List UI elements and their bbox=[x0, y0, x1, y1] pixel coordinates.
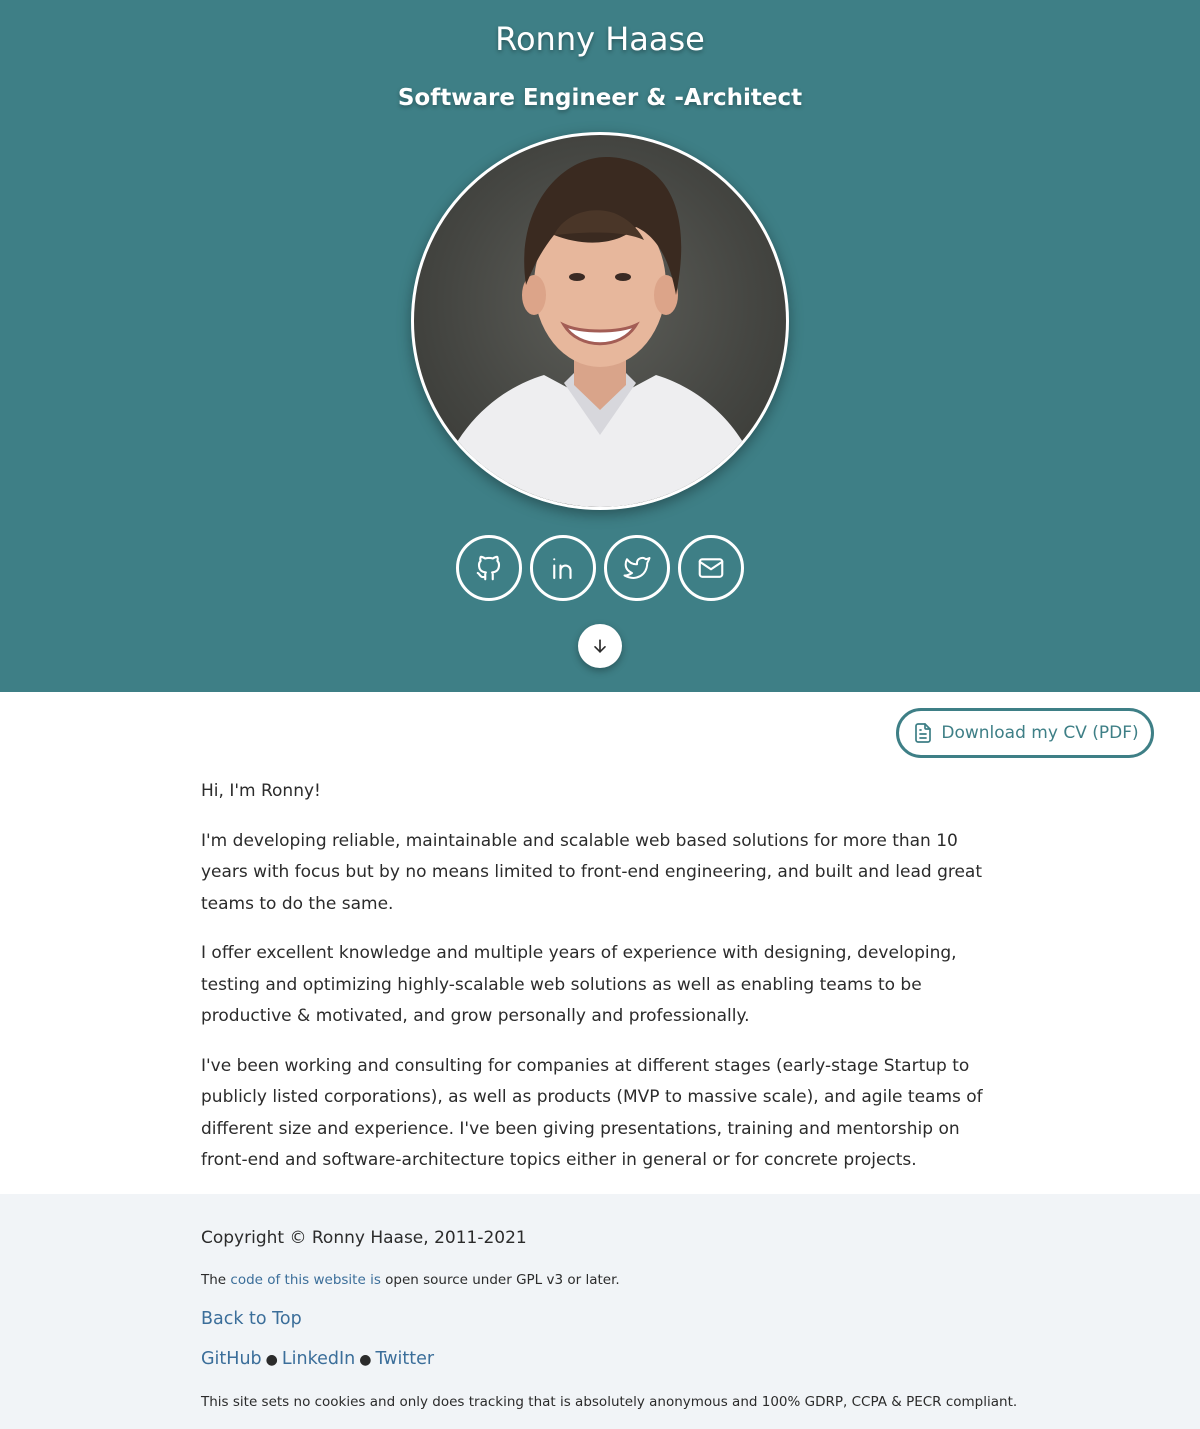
page-title: Ronny Haase bbox=[495, 20, 705, 58]
linkedin-link[interactable] bbox=[530, 535, 596, 601]
source-code-link[interactable]: code of this website is bbox=[230, 1272, 380, 1288]
link-separator: ● bbox=[359, 1352, 372, 1368]
github-link[interactable] bbox=[456, 535, 522, 601]
hero-header: Ronny Haase Software Engineer & -Archite… bbox=[0, 0, 1200, 692]
license-suffix: open source under GPL v3 or later. bbox=[380, 1272, 620, 1288]
download-cv-label: Download my CV (PDF) bbox=[941, 723, 1139, 743]
email-link[interactable] bbox=[678, 535, 744, 601]
license-prefix: The bbox=[201, 1272, 231, 1288]
social-links bbox=[456, 535, 744, 601]
copyright: Copyright © Ronny Haase, 2011-2021 bbox=[201, 1228, 527, 1248]
footer-social-links: GitHub ● LinkedIn ● Twitter bbox=[201, 1349, 434, 1369]
footer-github-link[interactable]: GitHub bbox=[201, 1349, 262, 1369]
linkedin-icon bbox=[553, 558, 572, 580]
greeting: Hi, I'm Ronny! bbox=[201, 781, 321, 801]
job-title: Software Engineer & -Architect bbox=[397, 85, 803, 111]
footer: Copyright © Ronny Haase, 2011-2021 The c… bbox=[0, 1194, 1200, 1429]
footer-linkedin-link[interactable]: LinkedIn bbox=[282, 1349, 355, 1369]
back-to-top-link[interactable]: Back to Top bbox=[201, 1309, 302, 1329]
about-section: Hi, I'm Ronny! I'm developing reliable, … bbox=[201, 776, 1001, 1195]
arrow-down-icon bbox=[594, 639, 606, 653]
about-paragraph: I offer excellent knowledge and multiple… bbox=[201, 943, 957, 1026]
link-separator: ● bbox=[265, 1352, 278, 1368]
about-paragraph: I'm developing reliable, maintainable an… bbox=[201, 830, 983, 914]
download-cv-button[interactable]: Download my CV (PDF) bbox=[896, 708, 1154, 758]
license-note: The code of this website is open source … bbox=[201, 1272, 620, 1288]
github-icon bbox=[476, 555, 501, 581]
about-paragraph: I've been working and consulting for com… bbox=[201, 1055, 983, 1171]
document-icon bbox=[915, 723, 932, 743]
footer-twitter-link[interactable]: Twitter bbox=[375, 1349, 434, 1369]
scroll-down-button[interactable] bbox=[578, 624, 622, 668]
mail-icon bbox=[698, 558, 724, 578]
twitter-icon bbox=[623, 556, 651, 579]
privacy-note: This site sets no cookies and only does … bbox=[201, 1394, 1018, 1410]
twitter-link[interactable] bbox=[604, 535, 670, 601]
profile-photo bbox=[411, 132, 789, 510]
